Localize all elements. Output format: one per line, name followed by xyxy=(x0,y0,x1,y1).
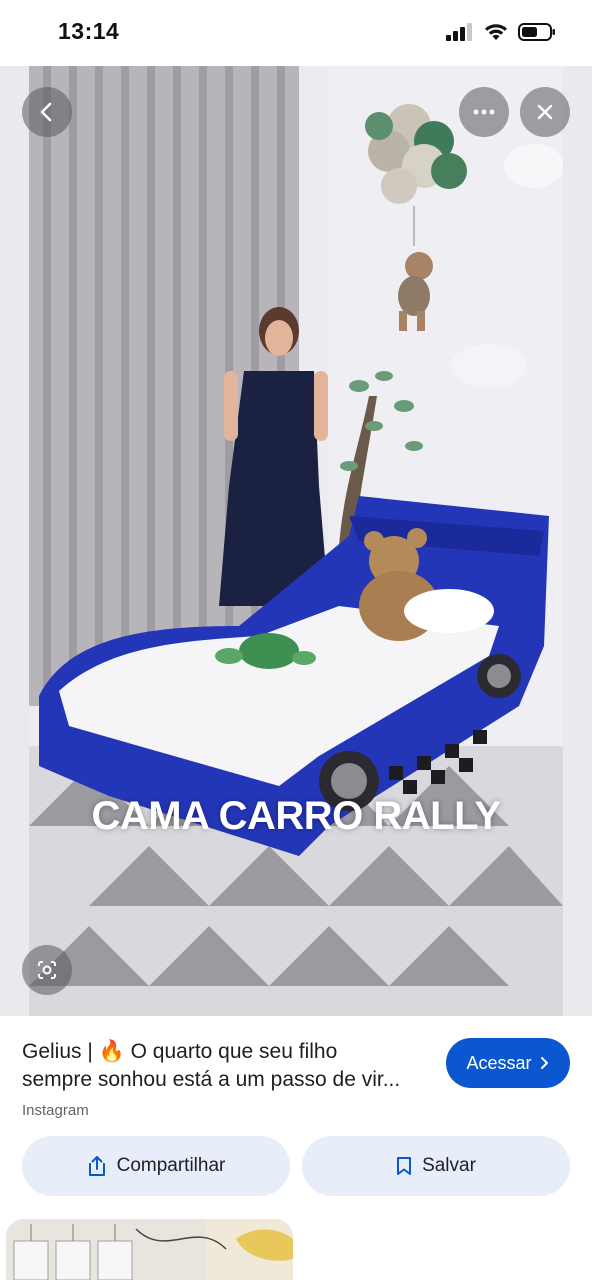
battery-icon xyxy=(518,23,555,41)
related-image-thumbnail[interactable] xyxy=(6,1219,293,1280)
lens-search-icon xyxy=(38,961,56,979)
wifi-icon xyxy=(485,24,507,40)
save-button[interactable]: Salvar xyxy=(302,1136,570,1196)
share-button[interactable]: Compartilhar xyxy=(22,1136,290,1196)
result-info: Gelius | 🔥 O quarto que seu filho sempre… xyxy=(0,1016,592,1280)
chevron-left-icon xyxy=(40,102,52,122)
close-button[interactable] xyxy=(520,87,570,137)
result-title-line-2: sempre sonhou está a um passo de vir... xyxy=(22,1068,401,1091)
chevron-right-icon xyxy=(540,1057,548,1069)
more-options-button[interactable] xyxy=(459,87,509,137)
visit-button[interactable]: Acessar xyxy=(446,1038,570,1088)
result-title-line-1: Gelius | 🔥 O quarto que seu filho xyxy=(22,1040,338,1063)
status-time: 13:14 xyxy=(58,18,120,44)
more-horizontal-icon xyxy=(473,109,495,115)
bookmark-icon xyxy=(397,1157,412,1175)
signal-icon xyxy=(446,23,472,41)
result-source: Instagram xyxy=(22,1102,89,1119)
image-viewer: CAMA CARRO RALLY xyxy=(0,66,592,1016)
save-button-label: Salvar xyxy=(422,1155,476,1176)
share-button-label: Compartilhar xyxy=(116,1155,226,1176)
close-icon xyxy=(537,104,553,120)
back-button[interactable] xyxy=(22,87,72,137)
related-image xyxy=(6,1219,293,1280)
lens-search-button[interactable] xyxy=(22,945,72,995)
status-icons xyxy=(446,22,556,42)
status-bar: 13:14 xyxy=(0,0,592,66)
bedroom-photo xyxy=(29,66,563,1016)
preview-image[interactable]: CAMA CARRO RALLY xyxy=(29,66,563,1016)
result-title[interactable]: Gelius | 🔥 O quarto que seu filho sempre… xyxy=(22,1038,442,1094)
visit-button-label: Acessar xyxy=(466,1052,532,1073)
image-overlay-text: CAMA CARRO RALLY xyxy=(91,794,501,838)
share-icon xyxy=(88,1156,105,1176)
